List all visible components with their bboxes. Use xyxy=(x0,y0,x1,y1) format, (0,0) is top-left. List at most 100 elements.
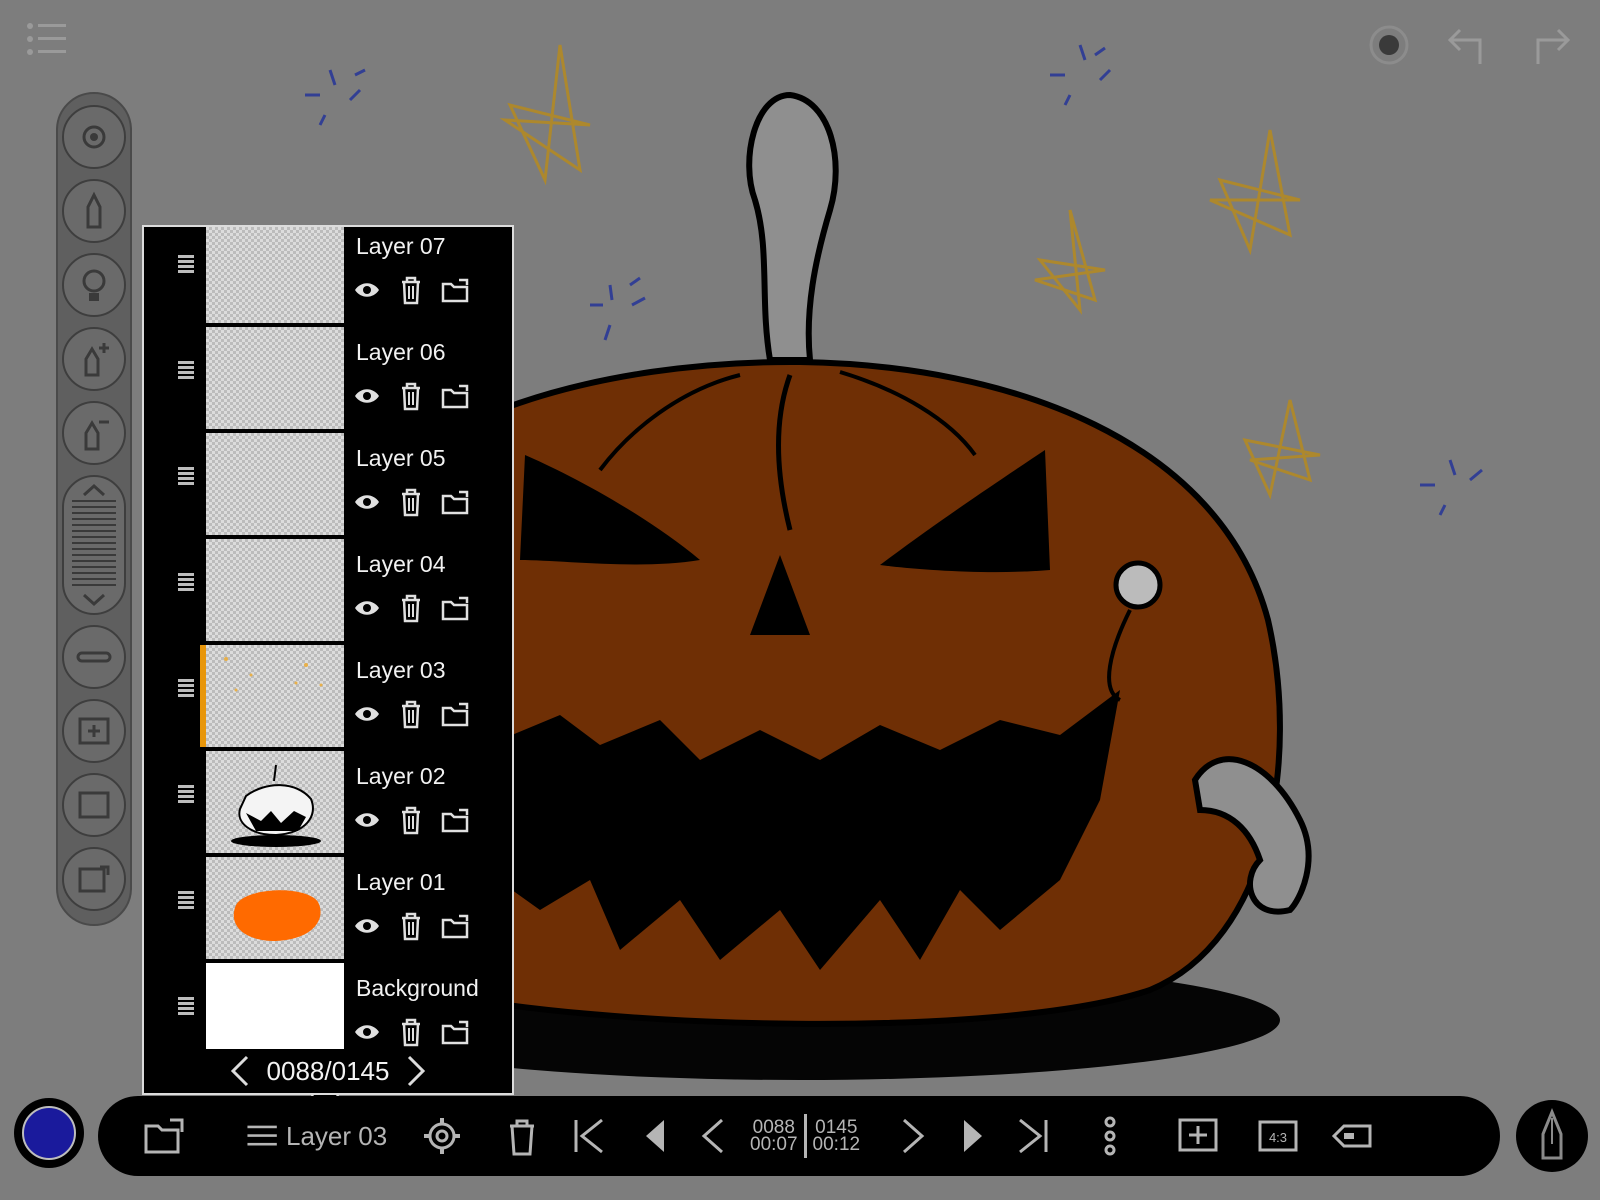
pen-tool-icon[interactable] xyxy=(62,179,126,243)
add-frame-icon[interactable] xyxy=(62,699,126,763)
trash-icon[interactable] xyxy=(396,593,426,623)
pumpkin-stem xyxy=(746,91,839,363)
folder-icon[interactable] xyxy=(440,699,470,729)
record-icon[interactable] xyxy=(1366,22,1412,68)
aspect-label: 4:3 xyxy=(1269,1130,1287,1145)
brush-minus-icon[interactable] xyxy=(62,401,126,465)
pen-nib-icon[interactable] xyxy=(1516,1100,1588,1172)
time-total: 00:12 xyxy=(812,1134,861,1155)
redo-icon[interactable] xyxy=(1526,22,1572,68)
layer-thumbnail[interactable] xyxy=(206,857,344,959)
next-frame-icon[interactable] xyxy=(890,1112,934,1160)
play-icon[interactable] xyxy=(950,1112,994,1160)
layer-row[interactable]: Layer 03 xyxy=(144,643,512,749)
time-current: 00:07 xyxy=(750,1134,798,1155)
menu-lines-icon xyxy=(247,1125,277,1146)
trash-icon[interactable] xyxy=(396,381,426,411)
frame-icon[interactable] xyxy=(62,773,126,837)
tool-rail xyxy=(56,92,132,926)
frame-count: 0088/0145 xyxy=(266,1055,390,1086)
drag-handle-icon[interactable] xyxy=(178,361,194,379)
layer-thumbnail[interactable] xyxy=(206,227,344,323)
layer-name: Layer 07 xyxy=(356,233,446,259)
eye-icon[interactable] xyxy=(352,275,382,305)
drag-handle-icon[interactable] xyxy=(178,785,194,803)
more-vertical-icon[interactable] xyxy=(1088,1112,1132,1160)
trash-icon[interactable] xyxy=(396,805,426,835)
play-back-icon[interactable] xyxy=(634,1112,678,1160)
layer-thumbnail[interactable] xyxy=(206,433,344,535)
layer-actions xyxy=(352,593,470,623)
drag-handle-icon[interactable] xyxy=(178,467,194,485)
frame-export-icon[interactable] xyxy=(62,847,126,911)
folder-open-icon[interactable] xyxy=(142,1112,186,1160)
eye-icon[interactable] xyxy=(352,805,382,835)
brush-plus-icon[interactable] xyxy=(62,327,126,391)
first-frame-icon[interactable] xyxy=(568,1112,612,1160)
tag-icon[interactable] xyxy=(1328,1112,1376,1160)
settings-gear-icon[interactable] xyxy=(62,105,126,169)
layer-thumbnail[interactable] xyxy=(206,539,344,641)
aspect-ratio-icon[interactable]: 4:3 xyxy=(1256,1112,1300,1160)
layer-thumbnail[interactable] xyxy=(206,327,344,429)
layer-row[interactable]: Layer 07 xyxy=(144,227,512,325)
eye-icon[interactable] xyxy=(352,1017,382,1047)
folder-icon[interactable] xyxy=(440,805,470,835)
slider-track[interactable] xyxy=(72,500,116,590)
drag-handle-icon[interactable] xyxy=(178,679,194,697)
layer-name: Background xyxy=(356,975,479,1001)
chevron-up-icon xyxy=(82,483,106,497)
eye-icon[interactable] xyxy=(352,593,382,623)
chevron-left-icon[interactable] xyxy=(227,1053,253,1089)
eye-icon[interactable] xyxy=(352,911,382,941)
layer-select[interactable]: Layer 03 xyxy=(244,1112,387,1160)
layer-thumbnail[interactable] xyxy=(206,645,344,747)
drag-handle-icon[interactable] xyxy=(178,573,194,591)
layer-actions xyxy=(352,1017,470,1047)
drag-handle-icon[interactable] xyxy=(178,997,194,1015)
list-menu-icon[interactable] xyxy=(24,20,68,58)
layer-name: Layer 05 xyxy=(356,445,446,471)
undo-icon[interactable] xyxy=(1446,22,1492,68)
current-color-swatch xyxy=(22,1106,76,1160)
trash-icon[interactable] xyxy=(396,699,426,729)
prev-frame-icon[interactable] xyxy=(692,1112,736,1160)
layer-actions xyxy=(352,911,470,941)
folder-icon[interactable] xyxy=(440,911,470,941)
chevron-down-icon xyxy=(82,593,106,607)
top-right-toolbar xyxy=(1366,22,1572,68)
layer-row[interactable]: Layer 05 xyxy=(144,431,512,537)
trash-icon[interactable] xyxy=(500,1112,544,1160)
trash-icon[interactable] xyxy=(396,487,426,517)
size-slider[interactable] xyxy=(62,475,126,615)
layer-row[interactable]: Layer 04 xyxy=(144,537,512,643)
folder-icon[interactable] xyxy=(440,381,470,411)
layer-thumbnail[interactable] xyxy=(206,751,344,853)
trash-icon[interactable] xyxy=(396,911,426,941)
layer-row[interactable]: Layer 01 xyxy=(144,855,512,961)
layer-row[interactable]: Layer 06 xyxy=(144,325,512,431)
eye-icon[interactable] xyxy=(352,699,382,729)
trash-icon[interactable] xyxy=(396,1017,426,1047)
folder-icon[interactable] xyxy=(440,1017,470,1047)
gear-icon[interactable] xyxy=(420,1112,464,1160)
folder-icon[interactable] xyxy=(440,275,470,305)
layer-actions xyxy=(352,699,470,729)
color-picker-button[interactable] xyxy=(14,1098,84,1168)
eye-icon[interactable] xyxy=(352,487,382,517)
frame-pager: 0088/0145 xyxy=(144,1049,512,1093)
folder-icon[interactable] xyxy=(440,487,470,517)
add-frame-icon[interactable] xyxy=(1176,1112,1220,1160)
trash-icon[interactable] xyxy=(396,275,426,305)
drag-handle-icon[interactable] xyxy=(178,891,194,909)
eye-icon[interactable] xyxy=(352,381,382,411)
layer-row[interactable]: Layer 02 xyxy=(144,749,512,855)
layer-select-label: Layer 03 xyxy=(286,1120,388,1151)
drag-handle-icon[interactable] xyxy=(178,255,194,273)
layers-panel: Layer 07 Layer 06 Layer 05 Layer 04 Layer 03… xyxy=(142,225,514,1095)
chevron-right-icon[interactable] xyxy=(403,1053,429,1089)
folder-icon[interactable] xyxy=(440,593,470,623)
last-frame-icon[interactable] xyxy=(1010,1112,1054,1160)
lightbulb-icon[interactable] xyxy=(62,253,126,317)
resize-handle-icon[interactable] xyxy=(62,625,126,689)
